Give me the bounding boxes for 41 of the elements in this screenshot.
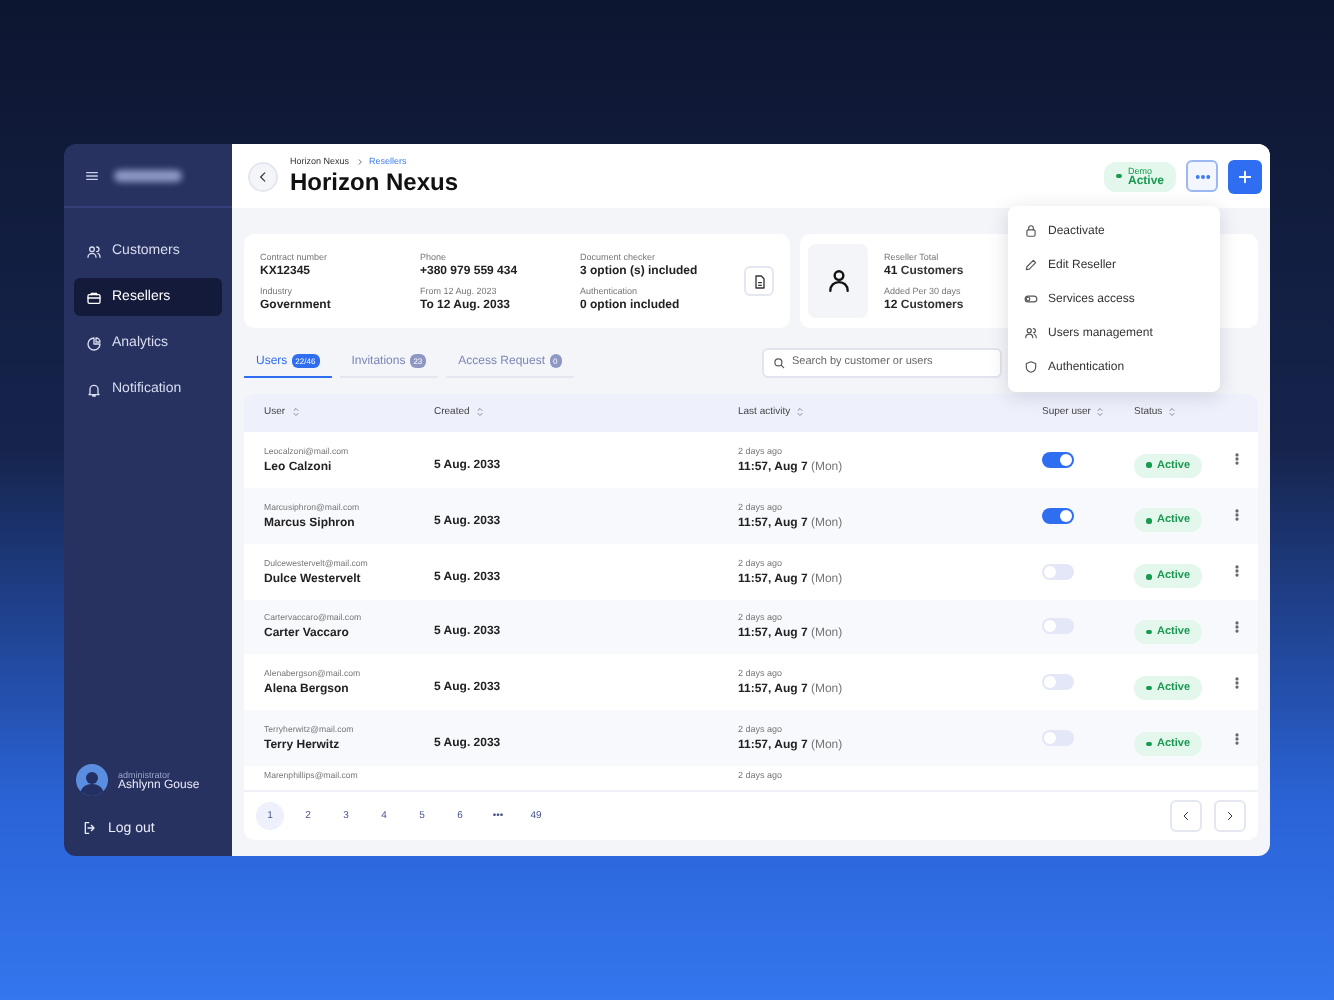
add-button[interactable]	[1228, 159, 1262, 193]
kebab-icon	[1230, 731, 1244, 746]
person-icon	[825, 268, 851, 294]
kebab-icon	[1230, 508, 1244, 523]
blurred-logo	[114, 169, 182, 181]
pencil-icon	[1024, 258, 1038, 272]
kebab-icon	[1230, 452, 1244, 467]
toggle-icon	[1024, 292, 1038, 306]
chevron-left-icon	[256, 169, 270, 183]
sort-icon	[1166, 406, 1179, 419]
kebab-icon	[1230, 564, 1244, 579]
super-user-toggle[interactable]	[1042, 451, 1074, 468]
page-title: Horizon Nexus	[290, 168, 459, 196]
super-user-toggle[interactable]	[1042, 618, 1074, 635]
plus-icon	[1236, 167, 1254, 185]
briefcase-icon	[86, 289, 102, 305]
super-user-toggle[interactable]	[1042, 563, 1074, 580]
document-button[interactable]	[744, 266, 774, 296]
pie-chart-icon	[86, 335, 102, 351]
bell-icon	[86, 381, 102, 397]
users-icon	[1024, 326, 1038, 340]
document-icon	[751, 273, 767, 289]
kebab-icon	[1230, 675, 1244, 690]
menu-icon	[84, 167, 100, 183]
search-icon	[772, 355, 786, 369]
users-icon	[86, 243, 102, 259]
super-user-toggle[interactable]	[1042, 730, 1074, 747]
sort-icon	[289, 406, 302, 419]
logout-icon	[82, 820, 98, 836]
chevron-right-icon	[1224, 810, 1236, 823]
more-button[interactable]	[1186, 160, 1218, 192]
chevron-left-icon	[1180, 810, 1192, 823]
sort-icon	[473, 406, 486, 419]
super-user-toggle[interactable]	[1042, 674, 1074, 691]
sort-icon	[1094, 406, 1107, 419]
shield-icon	[1024, 360, 1038, 374]
super-user-toggle[interactable]	[1042, 507, 1074, 524]
avatar	[76, 764, 108, 796]
sort-icon	[794, 406, 807, 419]
lock-icon	[1024, 224, 1038, 238]
kebab-icon	[1230, 619, 1244, 634]
